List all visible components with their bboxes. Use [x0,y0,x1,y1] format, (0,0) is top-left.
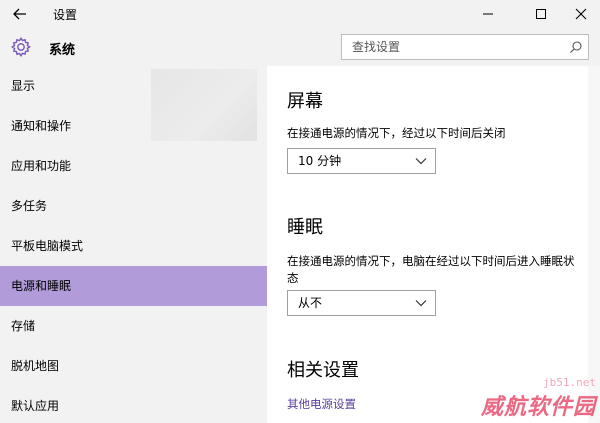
related-settings-title: 相关设置 [287,360,359,381]
header: 系统 [0,28,600,66]
search-icon[interactable] [569,40,583,54]
search-input[interactable] [342,35,562,59]
sidebar-item-label: 脱机地图 [11,359,60,373]
chevron-down-icon [415,158,427,165]
sleep-section-title: 睡眠 [287,217,323,238]
minimize-button[interactable] [469,0,507,28]
additional-power-settings-link[interactable]: 其他电源设置 [287,396,356,412]
sidebar-item-storage[interactable]: 存储 [0,306,267,346]
screen-section-title: 屏幕 [287,91,323,112]
sidebar-item-label: 应用和功能 [11,159,72,173]
sidebar-item-apps[interactable]: 应用和功能 [0,146,267,186]
maximize-button[interactable] [522,0,560,28]
scrollbar[interactable] [588,66,600,423]
sleep-timeout-value: 从不 [298,296,323,310]
sidebar-item-multitasking[interactable]: 多任务 [0,186,267,226]
close-icon [575,8,587,20]
settings-window: 设置 系统 查找设置 显示 通知和操作 应用和功能 多任务 平板电脑模式 电源和… [0,0,600,423]
watermark: jb51.net 威航软件园 [481,376,596,421]
sleep-section-description: 在接通电源的情况下，电脑在经过以下时间后进入睡眠状态 [287,254,575,285]
close-button[interactable] [562,0,600,28]
sidebar: 显示 通知和操作 应用和功能 多任务 平板电脑模式 电源和睡眠 存储 脱机地图 … [0,66,267,423]
window-title: 设置 [53,8,78,22]
gear-icon [10,36,31,58]
sidebar-item-label: 默认应用 [11,399,60,413]
watermark-url: jb51.net [543,376,596,389]
sidebar-item-notifications[interactable]: 通知和操作 [0,106,267,146]
screen-timeout-value: 10 分钟 [298,154,342,168]
chevron-down-icon [415,300,427,307]
main-content: 屏幕 在接通电源的情况下，经过以下时间后关闭 10 分钟 睡眠 在接通电源的情况… [267,66,600,423]
sleep-timeout-dropdown[interactable]: 从不 [287,290,436,316]
sidebar-item-label: 平板电脑模式 [11,239,84,253]
screen-section-description: 在接通电源的情况下，经过以下时间后关闭 [287,126,506,140]
back-button[interactable] [0,0,40,28]
sidebar-item-power-sleep[interactable]: 电源和睡眠 [0,266,267,306]
minimize-icon [483,13,493,15]
sidebar-item-default-apps[interactable]: 默认应用 [0,386,267,423]
sidebar-item-label: 多任务 [11,199,48,213]
sidebar-item-tablet-mode[interactable]: 平板电脑模式 [0,226,267,266]
watermark-text: 威航软件园 [480,395,596,420]
sidebar-item-label: 电源和睡眠 [11,279,72,293]
sidebar-item-label: 通知和操作 [11,119,72,133]
screen-timeout-dropdown[interactable]: 10 分钟 [287,148,436,174]
search-box[interactable] [341,34,589,60]
maximize-icon [536,9,546,19]
title-bar: 设置 [0,0,600,28]
page-title: 系统 [49,43,76,58]
sidebar-item-label: 存储 [11,319,36,333]
back-arrow-icon [13,8,26,20]
sidebar-item-display[interactable]: 显示 [0,66,267,106]
sidebar-item-label: 显示 [11,79,36,93]
sidebar-item-offline-maps[interactable]: 脱机地图 [0,346,267,386]
